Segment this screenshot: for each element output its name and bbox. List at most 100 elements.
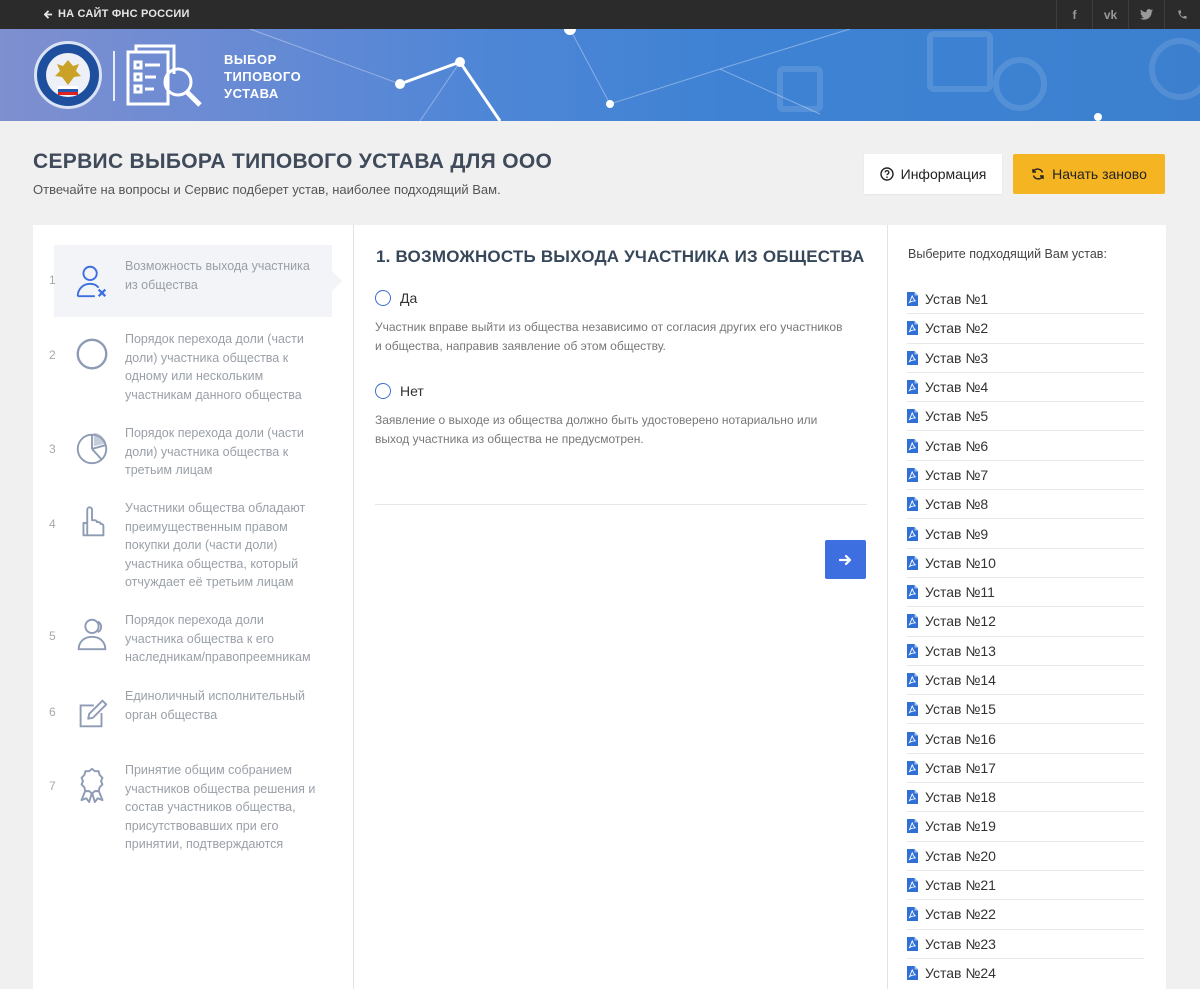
ustav-link[interactable]: Устав №2 [907,314,1144,344]
radio-yes[interactable] [375,290,391,306]
ustav-link[interactable]: Устав №23 [907,930,1144,959]
pdf-file-icon [907,614,918,629]
ustav-link[interactable]: Устав №21 [907,871,1144,901]
ustav-link[interactable]: Устав №9 [907,519,1144,549]
ustav-link[interactable]: Устав №10 [907,549,1144,578]
step-label: Единоличный исполнительный орган обществ… [125,689,305,722]
banner-divider [113,51,115,101]
phone-icon[interactable] [1164,0,1200,29]
ustav-link[interactable]: Устав №14 [907,666,1144,696]
step-label: Участники общества обладают преимуществе… [125,501,306,589]
ustav-link[interactable]: Устав №6 [907,431,1144,461]
question-panel: 1. ВОЗМОЖНОСТЬ ВЫХОДА УЧАСТНИКА ИЗ ОБЩЕС… [353,225,888,989]
radio-no[interactable] [375,383,391,399]
ustav-label: Устав №23 [925,935,996,952]
pdf-file-icon [907,467,918,482]
ustav-link[interactable]: Устав №1 [907,285,1144,315]
ustav-link[interactable]: Устав №11 [907,578,1144,608]
edit-icon [79,699,108,728]
ustav-label: Устав №22 [925,906,996,923]
ustav-link[interactable]: Устав №7 [907,461,1144,491]
back-to-fns-link[interactable]: НА САЙТ ФНС РОССИИ [44,8,190,20]
info-button-label: Информация [900,166,987,182]
fns-emblem-logo[interactable] [34,41,102,109]
pdf-file-icon [907,380,918,395]
ustav-label: Устав №7 [925,466,989,483]
users-icon [77,618,107,651]
ustav-label: Устав №1 [925,291,989,308]
ustav-label: Устав №12 [925,613,996,630]
ustav-label: Устав №8 [925,496,989,513]
user-x-icon [76,265,107,298]
ustav-link[interactable]: Устав №20 [907,842,1144,871]
pdf-file-icon [907,438,918,453]
hand-pointer-icon [82,506,105,537]
step-number: 2 [49,348,56,362]
step-label: Принятие общим собранием участников обще… [125,763,316,851]
ustav-link[interactable]: Устав №24 [907,959,1144,988]
ustav-label: Устав №6 [925,437,989,454]
step-number: 3 [49,442,56,456]
info-button[interactable]: Информация [864,154,1002,194]
step-label: Порядок перехода доли (части доли) участ… [125,332,304,402]
ustav-label: Устав №21 [925,877,996,894]
pdf-file-icon [907,409,918,424]
restart-button[interactable]: Начать заново [1013,154,1165,194]
ustav-link[interactable]: Устав №15 [907,695,1144,725]
ustav-label: Устав №16 [925,730,996,747]
ustav-link[interactable]: Устав №4 [907,373,1144,403]
pdf-file-icon [907,526,918,541]
pdf-file-icon [907,292,918,307]
step-number: 1 [49,273,56,287]
ustav-label: Устав №17 [925,759,996,776]
ustav-link[interactable]: Устав №17 [907,754,1144,784]
next-button[interactable] [825,540,866,579]
ustav-label: Устав №2 [925,320,989,337]
pdf-file-icon [907,585,918,600]
pdf-file-icon [907,966,918,981]
ustav-link[interactable]: Устав №18 [907,783,1144,813]
ustav-label: Устав №4 [925,379,989,396]
twitter-icon[interactable] [1128,0,1164,29]
circle-icon [76,338,108,370]
ustav-link[interactable]: Устав №16 [907,724,1144,754]
ustav-label: Устав №18 [925,789,996,806]
ustav-link[interactable]: Устав №19 [907,812,1144,842]
restart-button-label: Начать заново [1052,166,1147,182]
ustav-label: Устав №10 [925,554,996,571]
ustav-label: Устав №3 [925,349,989,366]
vk-icon[interactable]: vk [1092,0,1128,29]
ustav-label: Устав №15 [925,701,996,718]
service-title: ВЫБОР ТИПОВОГО УСТАВА [224,51,301,102]
pdf-file-icon [907,555,918,570]
facebook-icon[interactable]: f [1056,0,1092,29]
ustav-link[interactable]: Устав №8 [907,490,1144,520]
ustav-link[interactable]: Устав №13 [907,637,1144,666]
ustav-label: Устав №14 [925,672,996,688]
question-title: 1. ВОЗМОЖНОСТЬ ВЫХОДА УЧАСТНИКА ИЗ ОБЩЕС… [376,247,865,266]
ustav-label: Устав №24 [925,965,996,982]
ustav-label: Устав №20 [925,847,996,864]
refresh-icon [1032,168,1044,180]
service-title-line3: УСТАВА [224,86,279,101]
pdf-file-icon [907,321,918,336]
option-no[interactable]: Нет [375,383,424,399]
pdf-file-icon [907,760,918,775]
top-bar: НА САЙТ ФНС РОССИИ f vk [0,0,1200,29]
social-links: f vk [1056,0,1200,29]
page-subtitle: Отвечайте на вопросы и Сервис подберет у… [33,182,501,197]
ustav-link[interactable]: Устав №22 [907,900,1144,930]
option-yes[interactable]: Да [375,290,417,306]
ustav-link[interactable]: Устав №12 [907,607,1144,637]
question-circle-icon [879,167,894,181]
ustav-panel: Выберите подходящий Вам устав: Устав №1 У… [888,225,1166,989]
ustav-list-heading: Выберите подходящий Вам устав: [908,247,1107,261]
ustav-link[interactable]: Устав №3 [907,344,1144,373]
ustav-link[interactable]: Устав №5 [907,402,1144,432]
pdf-file-icon [907,819,918,834]
step-number: 6 [49,705,56,719]
option-yes-description: Участник вправе выйти из общества незави… [375,320,843,353]
step-label: Возможность выхода участника из общества [125,259,310,292]
pie-chart-icon [76,432,108,465]
service-title-line2: ТИПОВОГО [224,69,302,84]
